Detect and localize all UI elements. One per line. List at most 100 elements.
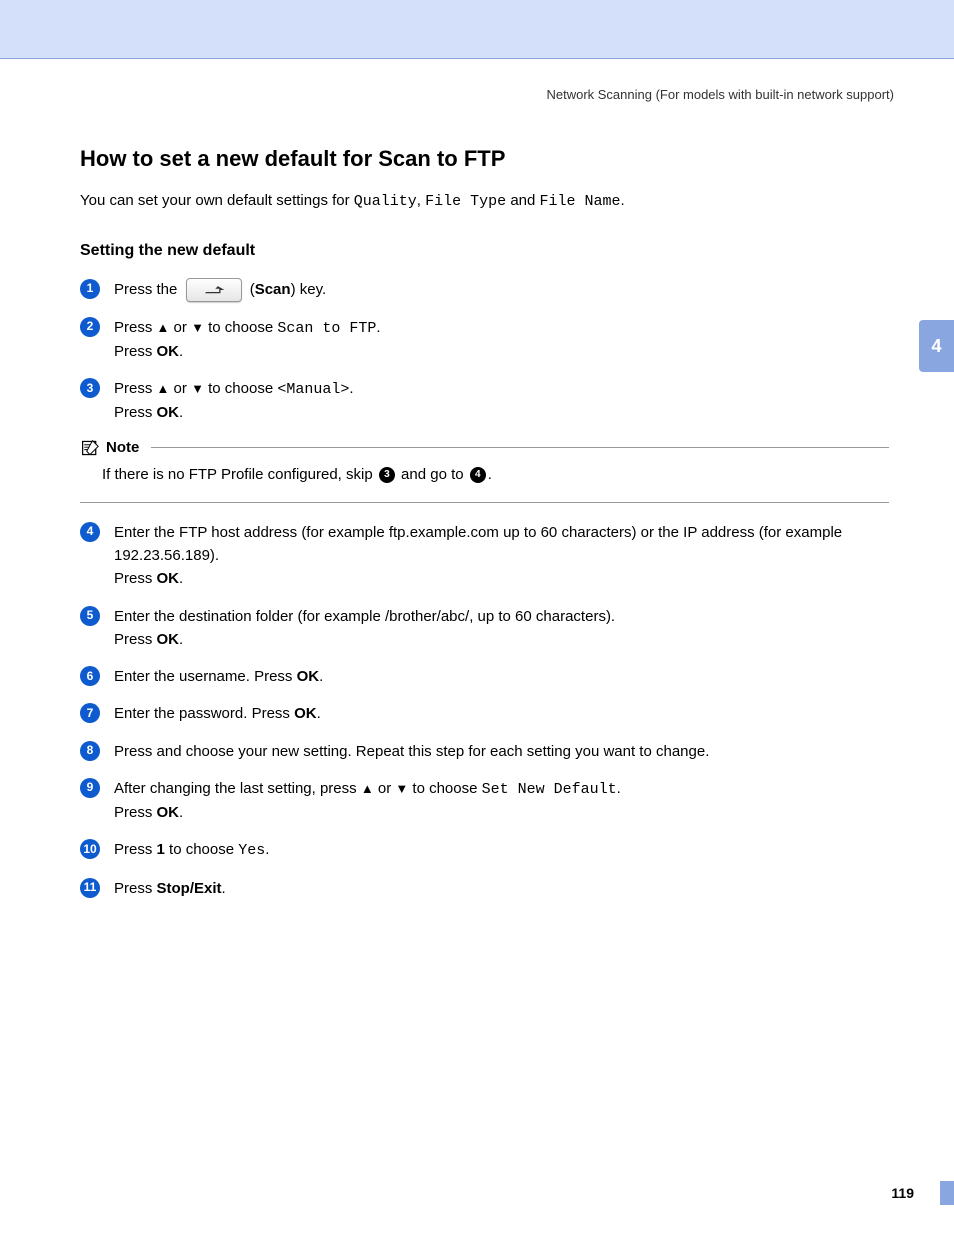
step-5: 5 Enter the destination folder (for exam… [80, 605, 889, 652]
step3-c: . [349, 380, 353, 397]
step-9: 9 After changing the last setting, press… [80, 777, 889, 825]
step-bullet-8: 8 [80, 741, 100, 761]
step9-b: to choose [408, 780, 481, 797]
step5-a: Enter the destination folder (for exampl… [114, 608, 615, 625]
header-band [0, 0, 954, 59]
step9-period: . [179, 804, 183, 821]
step9-c: . [617, 780, 621, 797]
step-4: 4 Enter the FTP host address (for exampl… [80, 521, 889, 591]
step-bullet-7: 7 [80, 703, 100, 723]
step-6: 6 Enter the username. Press OK. [80, 665, 889, 688]
step3-or: or [169, 380, 191, 397]
step-bullet-9: 9 [80, 778, 100, 798]
note-a: If there is no FTP Profile configured, s… [102, 466, 377, 483]
step4-period: . [179, 570, 183, 587]
step2-ok: OK [157, 343, 180, 360]
step6-a: Enter the username. Press [114, 668, 297, 685]
step7-ok: OK [294, 705, 317, 722]
step3-period: . [179, 404, 183, 421]
intro-quality: Quality [354, 193, 417, 210]
intro-sep2: and [506, 192, 539, 209]
running-head: Network Scanning (For models with built-… [0, 59, 954, 102]
down-arrow-icon: ▼ [191, 320, 204, 335]
note-block: Note If there is no FTP Profile configur… [80, 439, 889, 503]
step-bullet-2: 2 [80, 317, 100, 337]
page-title: How to set a new default for Scan to FTP [80, 146, 889, 172]
step3-press: Press [114, 404, 157, 421]
step-bullet-1: 1 [80, 279, 100, 299]
step10-a: Press [114, 841, 157, 858]
step-bullet-4: 4 [80, 522, 100, 542]
step-bullet-10: 10 [80, 839, 100, 859]
intro-sep1: , [417, 192, 425, 209]
page-number: 119 [891, 1185, 914, 1201]
step9-menu: Set New Default [482, 781, 617, 798]
intro-text: You can set your own default settings fo… [80, 192, 354, 209]
step-11: 11 Press Stop/Exit. [80, 877, 889, 900]
step-10: 10 Press 1 to choose Yes. [80, 838, 889, 862]
step2-b: to choose [204, 319, 277, 336]
step2-period: . [179, 343, 183, 360]
inline-bullet-3: 3 [379, 467, 395, 483]
step11-btn: Stop/Exit [157, 880, 222, 897]
footer-accent [940, 1181, 954, 1205]
step5-period: . [179, 631, 183, 648]
down-arrow-icon: ▼ [395, 781, 408, 796]
step1-pre: Press the [114, 281, 182, 298]
step10-one: 1 [157, 841, 165, 858]
intro-end: . [621, 192, 625, 209]
step5-ok: OK [157, 631, 180, 648]
down-arrow-icon: ▼ [191, 381, 204, 396]
step5-press: Press [114, 631, 157, 648]
step2-or: or [169, 319, 191, 336]
step-7: 7 Enter the password. Press OK. [80, 702, 889, 725]
step4-a: Enter the FTP host address (for example … [114, 524, 842, 564]
step3-a: Press [114, 380, 157, 397]
step6-period: . [319, 668, 323, 685]
intro-filename: File Name [540, 193, 621, 210]
step1-close: ) key. [291, 281, 327, 298]
step3-menu: <Manual> [277, 381, 349, 398]
step-bullet-11: 11 [80, 878, 100, 898]
intro-paragraph: You can set your own default settings fo… [80, 190, 889, 214]
step2-press: Press [114, 343, 157, 360]
step4-ok: OK [157, 570, 180, 587]
step-3: 3 Press ▲ or ▼ to choose <Manual>. Press… [80, 377, 889, 425]
step-1: 1 Press the (Scan) key. [80, 278, 889, 302]
step-bullet-5: 5 [80, 606, 100, 626]
step6-ok: OK [297, 668, 320, 685]
step1-open: ( [246, 281, 255, 298]
up-arrow-icon: ▲ [157, 381, 170, 396]
step9-ok: OK [157, 804, 180, 821]
step9-or: or [374, 780, 396, 797]
up-arrow-icon: ▲ [157, 320, 170, 335]
step-bullet-3: 3 [80, 378, 100, 398]
step4-press: Press [114, 570, 157, 587]
inline-bullet-4: 4 [470, 467, 486, 483]
step10-b: to choose [165, 841, 238, 858]
step1-scan: Scan [255, 281, 291, 298]
step7-period: . [317, 705, 321, 722]
scan-key-icon [186, 278, 242, 302]
chapter-tab: 4 [919, 320, 954, 372]
step-8: 8 Press and choose your new setting. Rep… [80, 740, 889, 763]
step2-a: Press [114, 319, 157, 336]
note-icon [80, 439, 100, 457]
step3-ok: OK [157, 404, 180, 421]
note-rule [151, 447, 889, 448]
step10-yes: Yes [238, 842, 265, 859]
step-bullet-6: 6 [80, 666, 100, 686]
step10-period: . [265, 841, 269, 858]
up-arrow-icon: ▲ [361, 781, 374, 796]
step9-a: After changing the last setting, press [114, 780, 361, 797]
step3-b: to choose [204, 380, 277, 397]
step11-a: Press [114, 880, 157, 897]
step7-a: Enter the password. Press [114, 705, 294, 722]
intro-filetype: File Type [425, 193, 506, 210]
step9-press: Press [114, 804, 157, 821]
note-label: Note [106, 439, 139, 456]
note-b: and go to [397, 466, 468, 483]
step11-period: . [222, 880, 226, 897]
step8-a: Press and choose your new setting. Repea… [114, 743, 709, 760]
sub-title: Setting the new default [80, 242, 889, 260]
